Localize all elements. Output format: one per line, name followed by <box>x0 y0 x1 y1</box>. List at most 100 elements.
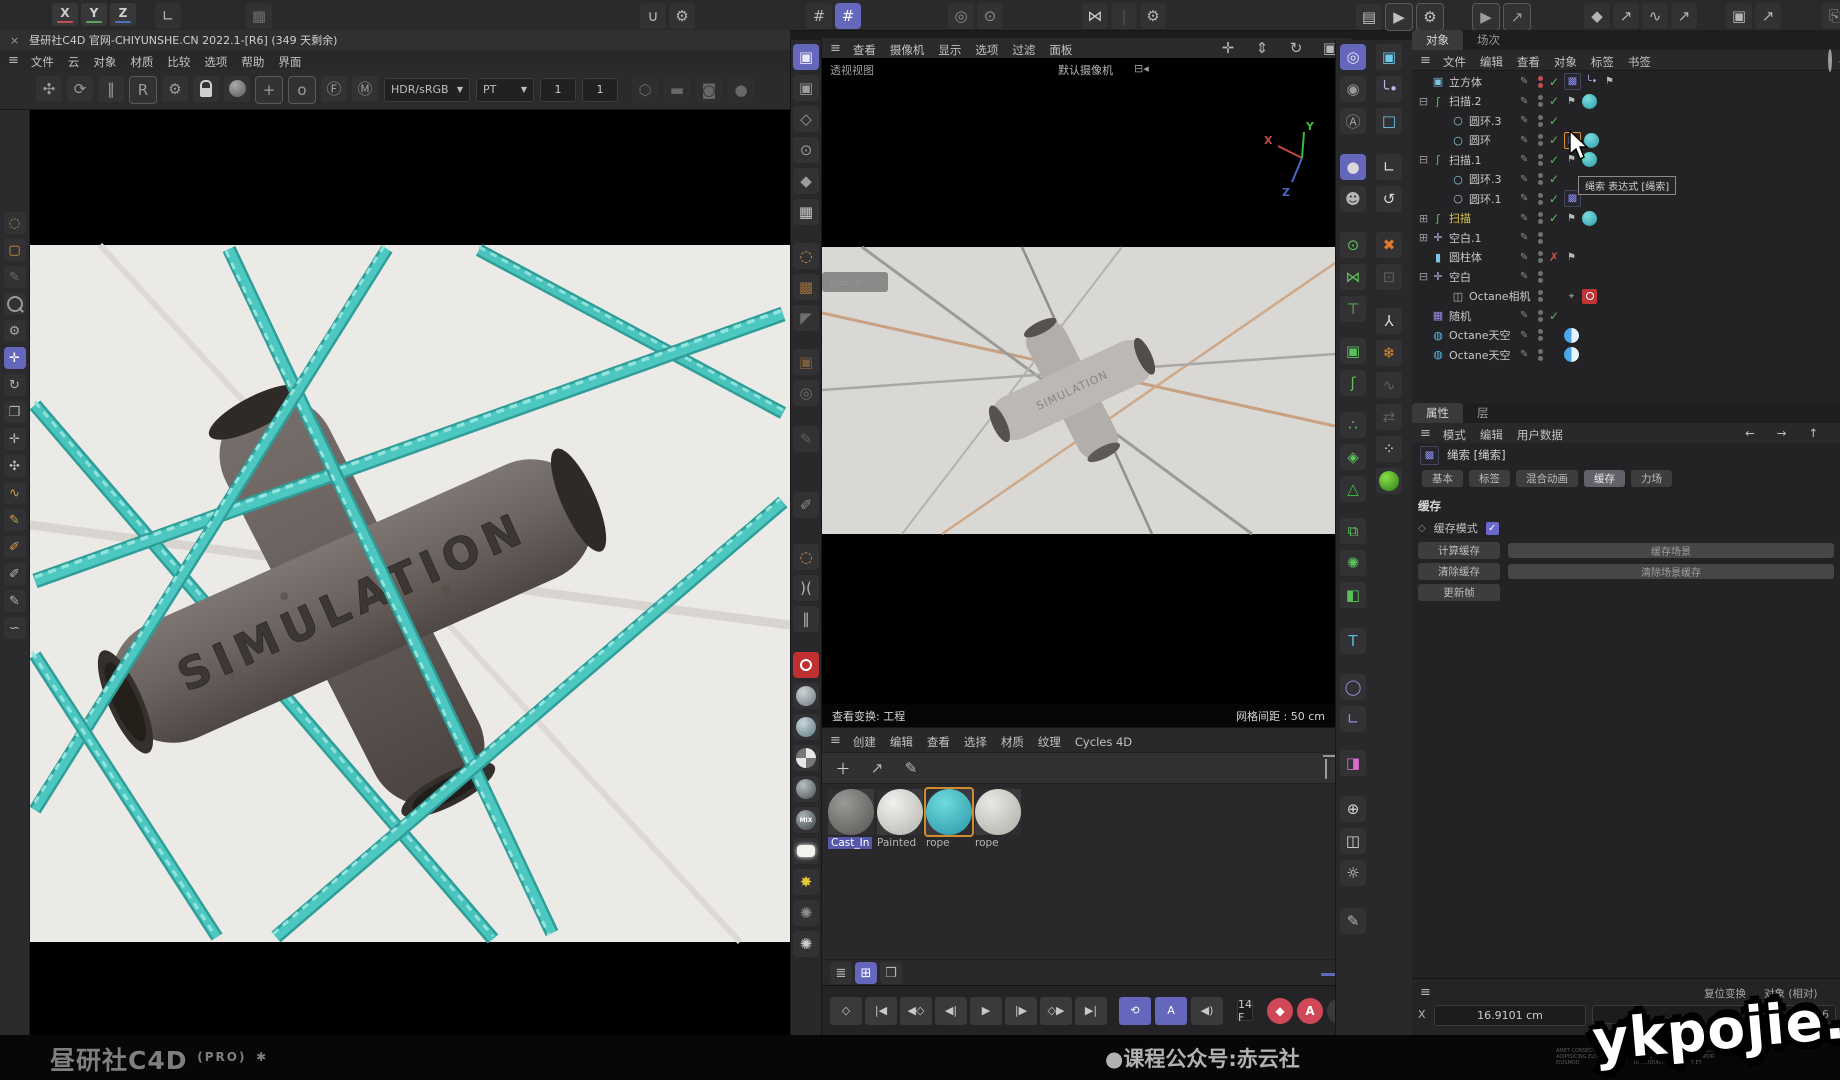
list-view-icon[interactable]: ≣ <box>830 962 852 984</box>
menu-hamburger-icon[interactable]: ≡ <box>830 733 841 748</box>
external-open-icon[interactable]: ↗ <box>1755 3 1781 29</box>
material-preview[interactable] <box>828 789 874 835</box>
menu-item-比较[interactable]: 比较 <box>167 55 190 69</box>
large-view-icon[interactable]: ❒ <box>880 962 902 984</box>
render-settings-icon[interactable]: ⚙ <box>162 76 188 102</box>
cube-green-icon[interactable]: ▣ <box>1340 338 1366 364</box>
compare-icon[interactable]: ⬡ <box>632 77 658 103</box>
symmetry-icon[interactable]: )( <box>793 575 819 601</box>
simulate-dot-icon[interactable]: ⊙ <box>1340 232 1366 258</box>
visibility-dots[interactable] <box>1538 193 1543 205</box>
target-guide-icon[interactable]: ⊙ <box>977 3 1003 29</box>
cube-blue-icon[interactable]: ▣ <box>1376 44 1402 70</box>
external-open-icon[interactable]: ↗ <box>1671 3 1697 29</box>
quantize-grid-icon[interactable]: # <box>835 3 861 29</box>
attr-tab-力场[interactable]: 力场 <box>1631 470 1672 487</box>
brush-icon[interactable]: ✐ <box>793 492 819 518</box>
object-name[interactable]: 扫描.2 <box>1449 93 1482 109</box>
object-row-扫描.2[interactable]: ⊟ʃ扫描.2✎✓⚑ <box>1412 92 1840 111</box>
open-material-icon[interactable]: ↗ <box>864 755 890 781</box>
redcam-tag-icon[interactable] <box>1582 289 1597 304</box>
tex-tag-icon[interactable] <box>1582 211 1597 226</box>
object-row-立方体[interactable]: ▣立方体✎✓▩╰•⚑ <box>1412 72 1840 91</box>
visibility-dots[interactable] <box>1538 173 1543 185</box>
x-particle-icon[interactable]: ✖ <box>1376 232 1402 258</box>
edit-pencil-icon[interactable]: ✎ <box>1520 330 1528 341</box>
object-row-扫描.1[interactable]: ⊟ʃ扫描.1✎✓⚑ <box>1412 150 1840 169</box>
camera-st-icon[interactable]: ◫ <box>1340 828 1366 854</box>
region-icon[interactable]: ▬ <box>664 77 690 103</box>
enabled-state-icon[interactable]: ✓ <box>1549 211 1559 225</box>
layout-page-icon[interactable]: ⎘ <box>1822 3 1840 29</box>
menu-item-选项[interactable]: 选项 <box>204 55 227 69</box>
focus-picker-icon[interactable]: Ⓕ <box>321 76 347 102</box>
curve-editor-icon[interactable]: ∿ <box>1642 3 1668 29</box>
menu-item-用户数据[interactable]: 用户数据 <box>1517 428 1563 442</box>
butterfly-mirror-icon[interactable]: ⋈ <box>1340 264 1366 290</box>
enabled-state-icon[interactable]: ✓ <box>1549 153 1559 167</box>
object-name[interactable]: 圆环 <box>1469 132 1491 148</box>
gear-flower-icon[interactable]: ✺ <box>793 931 819 957</box>
visibility-dots[interactable] <box>1538 251 1543 263</box>
visibility-dots[interactable] <box>1538 329 1543 341</box>
brush-tool-icon[interactable]: ✐ <box>4 563 26 585</box>
x-axis-button[interactable]: X <box>52 3 78 26</box>
next-frame-button[interactable]: |▶ <box>1005 997 1037 1025</box>
menu-item-文件[interactable]: 文件 <box>31 55 54 69</box>
edit-pencil-icon[interactable]: ✎ <box>1520 135 1528 146</box>
object-row-圆环.3[interactable]: ○圆环.3✎✓ <box>1412 111 1840 130</box>
spline-tag-icon[interactable]: ╰• <box>1584 74 1599 89</box>
gear-flower-green-icon[interactable]: ✺ <box>1340 550 1366 576</box>
go-start-button[interactable]: |◀ <box>865 997 897 1025</box>
prev-frame-button[interactable]: ◀| <box>935 997 967 1025</box>
enabled-state-icon[interactable]: ✓ <box>1549 133 1559 147</box>
edit-pencil-icon[interactable]: ✎ <box>1520 232 1528 243</box>
sphere-mode-icon[interactable]: ● <box>1340 154 1366 180</box>
flag-tag-icon[interactable]: ⚑ <box>1564 211 1579 226</box>
external-open-icon[interactable]: ↗ <box>1503 3 1531 31</box>
material-ball-icon[interactable] <box>224 76 250 102</box>
rotate-tool-icon[interactable]: ↻ <box>4 374 26 396</box>
edit-pencil-icon[interactable]: ✎ <box>1520 96 1528 107</box>
visibility-dots[interactable] <box>1538 134 1543 146</box>
object-row-圆环[interactable]: ○圆环✎✓▩ <box>1412 131 1840 150</box>
menu-item-界面[interactable]: 界面 <box>278 55 301 69</box>
play-button[interactable]: ▶ <box>970 997 1002 1025</box>
visibility-dots[interactable] <box>1538 115 1543 127</box>
swap-loop-icon[interactable]: ⇄ <box>1376 404 1402 430</box>
menu-item-查看[interactable]: 查看 <box>927 735 950 749</box>
object-name[interactable]: 圆环.1 <box>1469 191 1502 207</box>
content-browser-icon[interactable]: ▣ <box>1726 3 1752 29</box>
prev-key-button[interactable]: ◀◇ <box>900 997 932 1025</box>
live-select-icon[interactable]: ◌ <box>4 212 26 234</box>
tab-层[interactable]: 层 <box>1463 403 1503 423</box>
edit-pencil-icon[interactable]: ✎ <box>1520 271 1528 282</box>
object-row-随机[interactable]: ▦随机✎✓ <box>1412 306 1840 325</box>
render-restart-icon[interactable]: ⟳ <box>67 76 93 102</box>
menu-item-查看[interactable]: 查看 <box>853 43 876 57</box>
grid-icon[interactable]: # <box>806 3 832 29</box>
cube-pair-icon[interactable]: ◧ <box>1340 582 1366 608</box>
menu-item-选项[interactable]: 选项 <box>975 43 998 57</box>
texture-view-icon[interactable]: ▦ <box>246 3 272 29</box>
flag-tag-icon[interactable]: ⚑ <box>1564 94 1579 109</box>
edit-pencil-icon[interactable]: ✎ <box>1520 310 1528 321</box>
sound-button[interactable]: ◀) <box>1191 997 1223 1025</box>
dots-cluster-icon[interactable]: ⁘ <box>1376 436 1402 462</box>
object-row-Octane天空[interactable]: ◍Octane天空✎ <box>1412 326 1840 345</box>
camera-label[interactable]: 默认摄像机 <box>1058 62 1113 78</box>
attr-tab-缓存[interactable]: 缓存 <box>1584 470 1625 487</box>
attr-tab-标签[interactable]: 标签 <box>1469 470 1510 487</box>
menu-item-编辑[interactable]: 编辑 <box>890 735 913 749</box>
enabled-state-icon[interactable]: ✓ <box>1549 309 1559 323</box>
object-row-空白[interactable]: ⊟✛空白✎ <box>1412 267 1840 286</box>
axis-rotate-icon[interactable]: ↺ <box>1376 186 1402 212</box>
计算缓存-button[interactable]: 计算缓存 <box>1418 542 1500 559</box>
清除场景缓存-button[interactable]: 清除场景缓存 <box>1508 564 1834 579</box>
ball-icon[interactable]: ● <box>728 77 754 103</box>
line-pen-icon[interactable]: ✎ <box>4 590 26 612</box>
separator[interactable]: | <box>1111 3 1137 29</box>
torus-purple-icon[interactable]: ◯ <box>1340 674 1366 700</box>
delete-material-icon[interactable] <box>1325 759 1327 778</box>
material-item-rope[interactable]: rope <box>975 789 1021 849</box>
